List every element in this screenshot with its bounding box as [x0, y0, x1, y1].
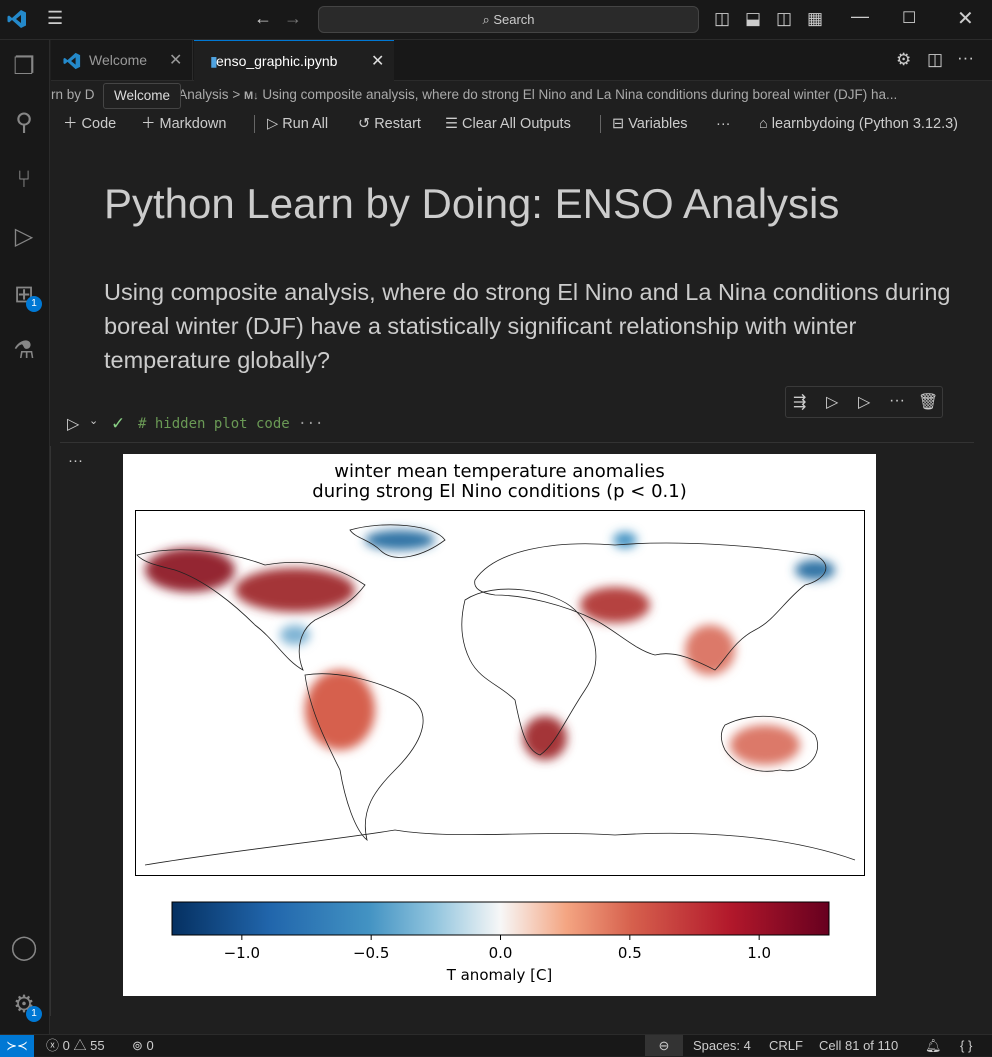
- notebook-file-icon: ▮: [210, 53, 218, 69]
- run-cell-icon[interactable]: ▷: [67, 414, 79, 434]
- plot-title-line1: winter mean temperature anomalies: [334, 461, 665, 482]
- ports-status[interactable]: ⊚ 0: [132, 1035, 154, 1056]
- language-status-icon[interactable]: { }: [960, 1035, 972, 1056]
- world-map: [135, 510, 865, 876]
- add-code-button[interactable]: ＋ Code: [63, 110, 116, 138]
- remote-icon[interactable]: ≻≺: [0, 1035, 34, 1057]
- anomaly-region: [235, 568, 355, 612]
- add-markdown-button[interactable]: ＋ Markdown: [141, 110, 226, 138]
- search-icon[interactable]: ⚲: [9, 108, 39, 138]
- cell-position-status[interactable]: Cell 81 of 110: [819, 1035, 898, 1056]
- zoom-icon[interactable]: ⊖: [645, 1035, 683, 1056]
- anomaly-region: [613, 532, 637, 548]
- colorbar-tick-label: 0.5: [618, 944, 642, 962]
- toggle-panel-icon[interactable]: ⬓: [745, 9, 761, 29]
- more-actions-icon[interactable]: ···: [957, 48, 974, 68]
- anomaly-region: [523, 716, 567, 760]
- restart-button[interactable]: ↺ Restart: [358, 110, 421, 138]
- colorbar-tick-label: −0.5: [353, 944, 389, 962]
- extensions-icon[interactable]: ⊞ 1: [9, 280, 42, 312]
- run-debug-icon[interactable]: ▷: [9, 222, 39, 252]
- plot-title-line2: during strong El Nino conditions (p < 0.…: [312, 481, 687, 502]
- breadcrumb: rn by D Analysis > M↓ Using composite an…: [51, 87, 898, 102]
- close-tab-icon[interactable]: ✕: [169, 40, 182, 81]
- clear-outputs-button[interactable]: ☰ Clear All Outputs: [445, 110, 571, 138]
- close-window-icon[interactable]: ✕: [957, 6, 974, 31]
- output-more-icon[interactable]: ···: [68, 452, 83, 469]
- settings-gear-icon[interactable]: ⚙ 1: [9, 990, 42, 1022]
- code-cell[interactable]: # hidden plot code ···: [138, 416, 323, 432]
- eol-status[interactable]: CRLF: [769, 1035, 803, 1056]
- title-bar: ☰ ← → ⌕ Search ◫ ⬓ ◫ ▦ — ☐ ✕: [0, 0, 992, 40]
- run-options-chevron-icon[interactable]: ⌄: [89, 414, 98, 427]
- layout-icon[interactable]: ▦: [807, 9, 823, 29]
- tooltip: Welcome: [103, 83, 181, 109]
- notebook-settings-icon[interactable]: ⚙: [896, 50, 911, 70]
- markdown-icon: M↓: [243, 90, 259, 102]
- notifications-icon[interactable]: 🔔︎: [925, 1035, 942, 1056]
- colorbar-tick-label: 1.0: [747, 944, 771, 962]
- settings-badge: 1: [26, 1006, 42, 1022]
- variables-button[interactable]: ⊟ Variables: [612, 110, 688, 138]
- toggle-sidebar-icon[interactable]: ◫: [714, 9, 730, 29]
- toggle-secondary-sidebar-icon[interactable]: ◫: [776, 9, 792, 29]
- forward-icon[interactable]: →: [284, 8, 302, 29]
- anomaly-region: [145, 548, 235, 592]
- execute-below-icon[interactable]: ▷: [858, 392, 870, 412]
- split-editor-icon[interactable]: ◫: [927, 50, 943, 70]
- colorbar-gradient: [171, 901, 830, 936]
- vscode-logo-icon: [63, 52, 81, 70]
- editor-tabs: Welcome ✕ ▮ enso_graphic.ipynb ✕ ⚙ ◫ ···: [51, 40, 992, 82]
- anomaly-region: [795, 560, 835, 580]
- menu-icon[interactable]: ☰: [47, 8, 63, 29]
- kernel-picker[interactable]: ⌂ learnbydoing (Python 3.12.3): [759, 110, 958, 138]
- more-toolbar-button[interactable]: ···: [716, 110, 731, 138]
- status-bar: ≻≺ ⓧ 0 △ 55 ⊚ 0 ⊖ Spaces: 4 CRLF Cell 81…: [0, 1034, 992, 1057]
- colorbar-tick-label: 0.0: [489, 944, 513, 962]
- anomaly-region: [280, 625, 310, 645]
- source-control-icon[interactable]: ⑂: [9, 165, 39, 195]
- run-all-button[interactable]: ▷ Run All: [267, 110, 328, 138]
- map-frame: [135, 510, 865, 876]
- anomaly-region: [365, 530, 435, 550]
- colorbar-tick-label: −1.0: [224, 944, 260, 962]
- search-icon: ⌕: [482, 12, 494, 27]
- colorbar-label: T anomaly [C]: [446, 966, 553, 984]
- more-cell-actions-icon[interactable]: ···: [889, 392, 905, 410]
- success-check-icon: ✓: [111, 414, 126, 433]
- notebook-title: Python Learn by Doing: ENSO Analysis: [104, 180, 840, 227]
- delete-cell-icon[interactable]: 🗑: [918, 392, 938, 412]
- account-icon[interactable]: ◯: [9, 933, 39, 963]
- markdown-question: Using composite analysis, where do stron…: [104, 279, 951, 373]
- execute-above-icon[interactable]: ▷: [826, 392, 838, 412]
- activity-bar: ❐ ⚲ ⑂ ▷ ⊞ 1 ⚗ ◯ ⚙ 1: [0, 40, 50, 1034]
- anomaly-region: [730, 725, 800, 765]
- plot-output: winter mean temperature anomalies during…: [123, 454, 876, 996]
- notebook-toolbar: ＋ Code ＋ Markdown ▷ Run All ↺ Restart ☰ …: [51, 110, 992, 138]
- explorer-icon[interactable]: ❐: [9, 52, 39, 82]
- problems-status[interactable]: ⓧ 0 △ 55: [46, 1035, 105, 1056]
- run-above-icon[interactable]: ⇶: [793, 392, 806, 412]
- tab-welcome[interactable]: Welcome ✕: [51, 40, 193, 81]
- back-icon[interactable]: ←: [254, 8, 272, 29]
- tab-enso-graphic[interactable]: ▮ enso_graphic.ipynb ✕: [194, 40, 394, 82]
- maximize-icon[interactable]: ☐: [902, 8, 916, 28]
- vscode-logo-icon: [7, 10, 26, 28]
- extensions-badge: 1: [26, 296, 42, 312]
- close-tab-icon[interactable]: ✕: [371, 41, 384, 82]
- search-input[interactable]: ⌕ Search: [318, 6, 699, 33]
- indentation-status[interactable]: Spaces: 4: [693, 1035, 751, 1056]
- minimize-icon[interactable]: —: [851, 6, 869, 27]
- anomaly-region: [305, 670, 375, 750]
- testing-icon[interactable]: ⚗: [9, 336, 39, 366]
